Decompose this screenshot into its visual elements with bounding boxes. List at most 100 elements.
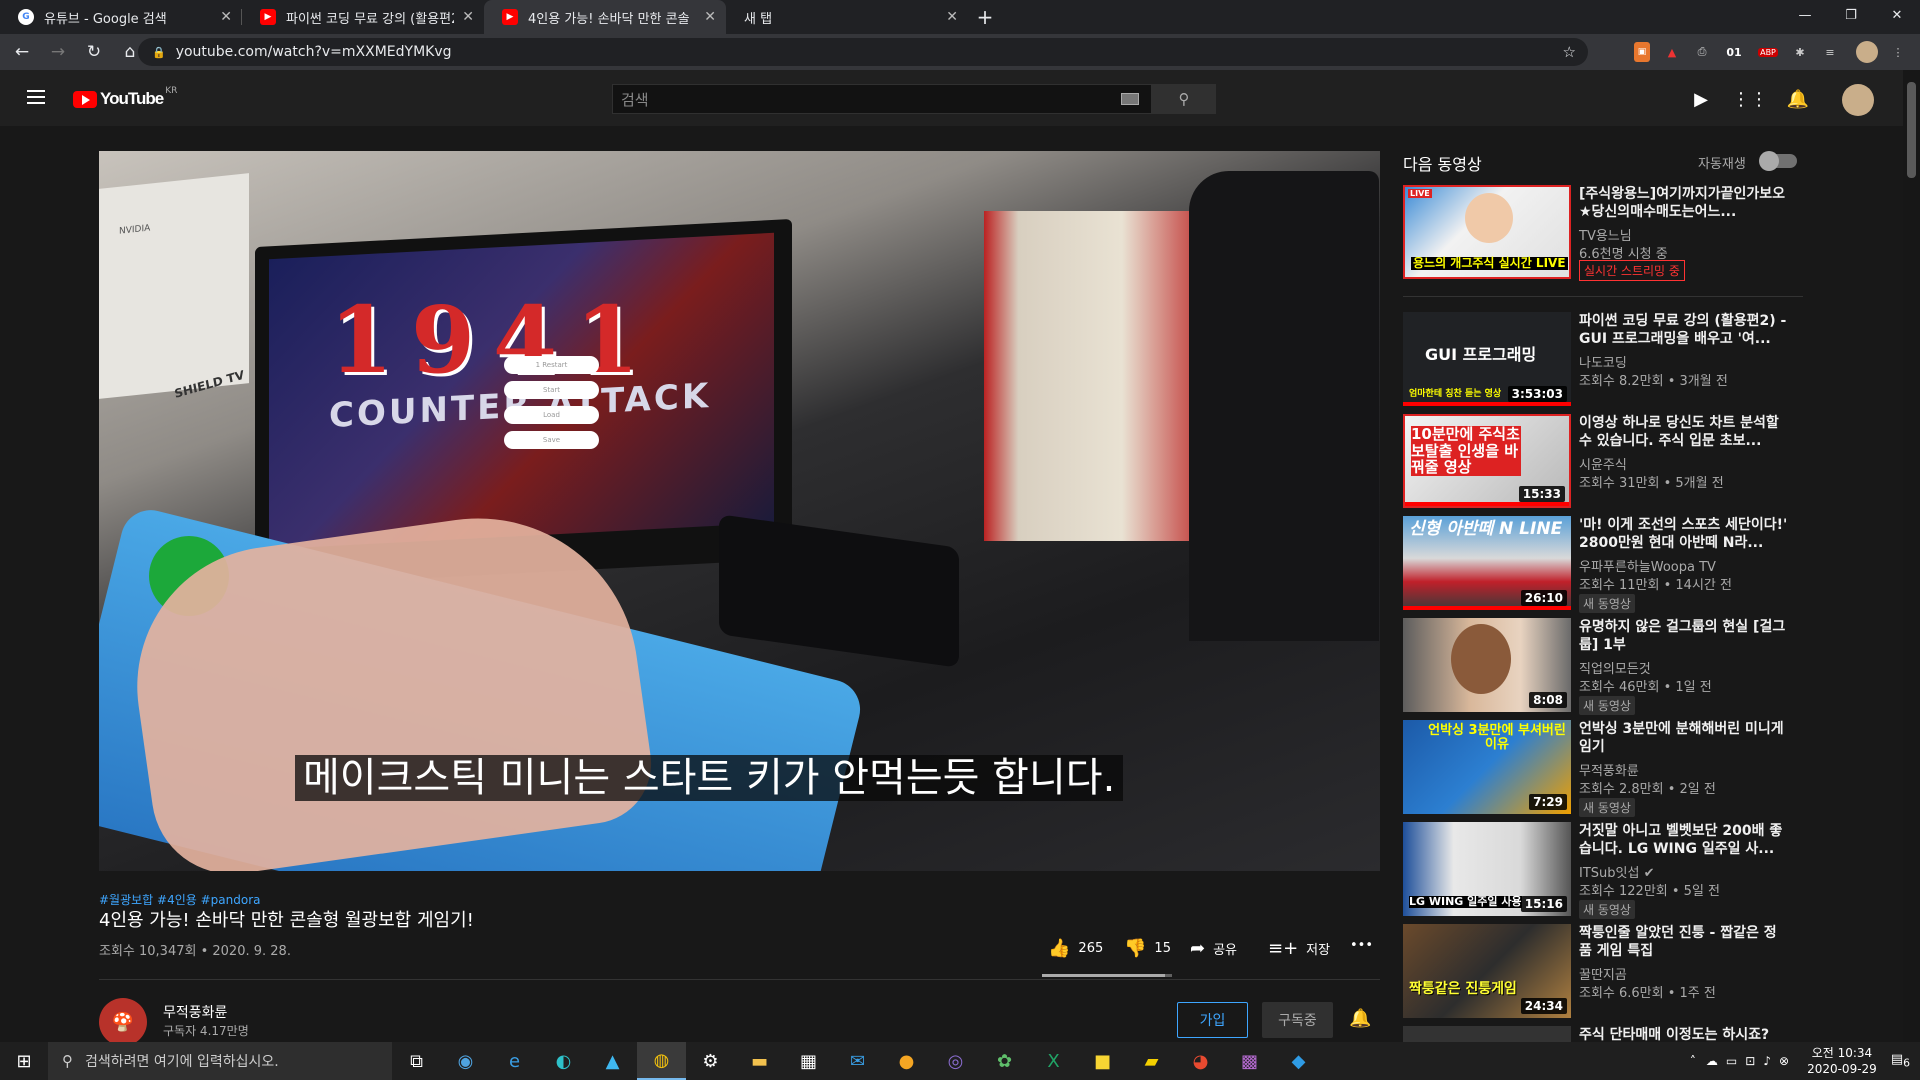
battery-icon[interactable]: ▭ <box>1726 1054 1737 1068</box>
notification-center-icon[interactable]: ▤6 <box>1891 1052 1910 1070</box>
apps-grid-icon[interactable]: ⋮⋮ <box>1732 87 1768 111</box>
channel-name[interactable]: 무적풍화륜 <box>163 1002 227 1022</box>
back-icon[interactable]: ← <box>8 38 36 66</box>
video-thumbnail[interactable]: 10분만에 주식초보탈출 인생을 바꿔줄 영상 15:33 <box>1403 414 1571 508</box>
recommendation-channel[interactable]: TV용느님 <box>1579 225 1632 244</box>
recommendation-item[interactable]: LG WING 일주일 사용 15:16 거짓말 아니고 벨벳보단 200배 좋… <box>1403 822 1803 919</box>
recommendation-item[interactable]: 10분만에 주식초보탈출 인생을 바꿔줄 영상 15:33 이영상 하나로 당신… <box>1403 414 1803 508</box>
taskbar-search-input[interactable]: ⚲ 검색하려면 여기에 입력하십시오. <box>48 1042 392 1080</box>
avatar[interactable] <box>1842 84 1874 116</box>
youtube-logo[interactable]: YouTube KR <box>73 86 177 109</box>
edge-icon[interactable]: ◐ <box>539 1042 588 1080</box>
browser-tab-active[interactable]: ▶ 4인용 가능! 손바닥 만한 콘솔 ✕ <box>484 0 726 34</box>
recommendation-item[interactable]: 8:08 유명하지 않은 걸그룹의 현실 [걸그룹] 1부 직업의모든것 조회수… <box>1403 618 1803 715</box>
recommendation-title[interactable]: 주식 단타매매 이정도는 하시죠? <box>1579 1026 1789 1042</box>
video-thumbnail[interactable]: GUI 프로그래밍 엄마한테 칭찬 듣는 영상 3:53:03 <box>1403 312 1571 406</box>
search-input[interactable]: 검색 <box>612 84 1152 114</box>
restore-icon[interactable]: ❐ <box>1828 0 1874 30</box>
internet-explorer-icon[interactable]: e <box>490 1042 539 1080</box>
recommendation-title[interactable]: 거짓말 아니고 벨벳보단 200배 좋습니다. LG WING 일주일 사... <box>1579 822 1789 858</box>
share-button[interactable]: ➦ 공유 <box>1190 938 1237 959</box>
recommendation-channel[interactable]: 직업의모든것 <box>1579 658 1651 677</box>
notifications-bell-icon[interactable]: 🔔 <box>1786 87 1810 111</box>
new-tab-button[interactable]: + <box>968 0 1002 34</box>
video-thumbnail[interactable]: 신형 아반떼 N LINE 26:10 <box>1403 516 1571 610</box>
recommendation-channel[interactable]: 나도코딩 <box>1579 352 1627 371</box>
subscribed-button[interactable]: 구독중 <box>1262 1002 1333 1038</box>
scrollbar-thumb[interactable] <box>1907 82 1916 178</box>
menu-dots-icon[interactable]: ⋮ <box>1890 42 1906 62</box>
recommendation-channel[interactable]: 무적풍화륜 <box>1579 760 1639 779</box>
create-video-icon[interactable]: ▶ <box>1689 87 1713 111</box>
chrome-icon[interactable]: ◍ <box>637 1042 686 1080</box>
close-window-icon[interactable]: ✕ <box>1874 0 1920 30</box>
join-button[interactable]: 가입 <box>1177 1002 1248 1038</box>
excel-icon[interactable]: X <box>1029 1042 1078 1080</box>
app-green-icon[interactable]: ✿ <box>980 1042 1029 1080</box>
hamburger-menu-icon[interactable] <box>27 90 45 104</box>
recommendation-title[interactable]: '마! 이게 조선의 스포츠 세단이다!' 2800만원 현대 아반떼 N라..… <box>1579 516 1789 552</box>
search-button[interactable]: ⚲ <box>1152 84 1216 114</box>
more-actions-button[interactable]: ••• <box>1350 938 1373 953</box>
windows-start-icon[interactable]: ⊞ <box>0 1042 48 1080</box>
volume-icon[interactable]: ♪ <box>1763 1054 1771 1068</box>
cloud-icon[interactable]: ☁ <box>1706 1054 1718 1068</box>
video-thumbnail[interactable]: 언박싱 3분만에 부셔버린 이유 7:29 <box>1403 720 1571 814</box>
recommendation-title[interactable]: 파이썬 코딩 무료 강의 (활용편2) - GUI 프로그래밍을 배우고 '여.… <box>1579 312 1789 348</box>
channel-avatar[interactable]: 🍄 <box>99 998 147 1046</box>
save-button[interactable]: ≡+ 저장 <box>1268 938 1330 959</box>
file-explorer-icon[interactable]: ▬ <box>735 1042 784 1080</box>
close-tab-icon[interactable]: ✕ <box>220 9 232 25</box>
store-icon[interactable]: ▦ <box>784 1042 833 1080</box>
task-view-icon[interactable]: ⧉ <box>392 1042 441 1080</box>
recommendation-item[interactable]: 언박싱 3분만에 부셔버린 이유 7:29 언박싱 3분만에 분해해버린 미니게… <box>1403 720 1803 817</box>
close-tab-icon[interactable]: ✕ <box>462 9 474 25</box>
video-thumbnail[interactable]: LIVE 용느의 개그주식 실시간 LIVE <box>1403 185 1571 279</box>
forward-icon[interactable]: → <box>44 38 72 66</box>
video-thumbnail[interactable]: 8:08 <box>1403 618 1571 712</box>
adblock-icon[interactable]: ABP <box>1758 42 1778 62</box>
recommendation-title[interactable]: 이영상 하나로 당신도 차트 분석할 수 있습니다. 주식 입문 초보... <box>1579 414 1789 450</box>
recommendation-item[interactable]: GUI 프로그래밍 엄마한테 칭찬 듣는 영상 3:53:03 파이썬 코딩 무… <box>1403 312 1803 406</box>
tray-chevron-icon[interactable]: ˄ <box>1690 1054 1696 1068</box>
page-scrollbar[interactable] <box>1903 70 1920 1042</box>
printer-icon[interactable]: ⎙ <box>1694 42 1710 62</box>
fruit-app-icon[interactable]: ● <box>882 1042 931 1080</box>
dislike-button[interactable]: 👎 15 <box>1124 938 1171 959</box>
recommendation-channel[interactable]: 꿀딴지곰 <box>1579 964 1627 983</box>
puzzle-icon[interactable]: ✱ <box>1792 42 1808 62</box>
recommendation-item[interactable]: 짝퉁같은 진퉁게임 24:34 짝퉁인줄 알았던 진퉁 - 짭같은 정품 게임 … <box>1403 924 1803 1018</box>
close-tab-icon[interactable]: ✕ <box>946 9 958 25</box>
video-thumbnail[interactable] <box>1403 1026 1571 1042</box>
settings-icon[interactable]: ⚙ <box>686 1042 735 1080</box>
like-button[interactable]: 👍 265 <box>1048 938 1103 959</box>
video-thumbnail[interactable]: 짝퉁같은 진퉁게임 24:34 <box>1403 924 1571 1018</box>
browser-tab[interactable]: G 유튜브 - Google 검색 ✕ <box>0 0 242 34</box>
ext-01[interactable]: 01 <box>1726 42 1742 62</box>
recommendation-title[interactable]: 짝퉁인줄 알았던 진퉁 - 짭같은 정품 게임 특집 <box>1579 924 1789 960</box>
video-player[interactable]: NVIDIA SHIELD TV 1941 COUNTER ATTACK 1 R… <box>99 151 1380 871</box>
game-app-icon[interactable]: ▩ <box>1225 1042 1274 1080</box>
outlook-app-icon[interactable]: ◉ <box>441 1042 490 1080</box>
close-tab-icon[interactable]: ✕ <box>704 9 716 25</box>
clock[interactable]: 오전 10:34 2020-09-29 <box>1807 1045 1877 1077</box>
minimize-icon[interactable]: — <box>1782 0 1828 30</box>
recommendation-channel[interactable]: 우파푸른하늘Woopa TV <box>1579 556 1716 575</box>
vscode-icon[interactable]: ◆ <box>1274 1042 1323 1080</box>
bookmark-star-icon[interactable]: ☆ <box>1563 43 1576 61</box>
video-thumbnail[interactable]: LG WING 일주일 사용 15:16 <box>1403 822 1571 916</box>
keyboard-icon[interactable] <box>1121 93 1139 105</box>
autoplay-toggle[interactable] <box>1759 151 1797 171</box>
network-icon[interactable]: ⊡ <box>1745 1054 1755 1068</box>
sticky-notes-icon[interactable]: ■ <box>1078 1042 1127 1080</box>
profile-icon[interactable] <box>1856 41 1878 63</box>
recommendation-item[interactable]: 주식 단타매매 이정도는 하시죠? <box>1403 1026 1803 1042</box>
mail-icon[interactable]: ✉ <box>833 1042 882 1080</box>
recommendation-title[interactable]: [주식왕용느]여기까지가끝인가보오★당신의매수매도는어느... <box>1579 185 1789 221</box>
kakaotalk-icon[interactable]: ▰ <box>1127 1042 1176 1080</box>
app-red-icon[interactable]: ◕ <box>1176 1042 1225 1080</box>
recommendation-title[interactable]: 언박싱 3분만에 분해해버린 미니게임기 <box>1579 720 1789 756</box>
eclipse-icon[interactable]: ◎ <box>931 1042 980 1080</box>
address-bar[interactable]: 🔒 youtube.com/watch?v=mXXMEdYMKvg ☆ <box>138 38 1588 66</box>
channel-bell-icon[interactable]: 🔔 <box>1349 1008 1371 1029</box>
